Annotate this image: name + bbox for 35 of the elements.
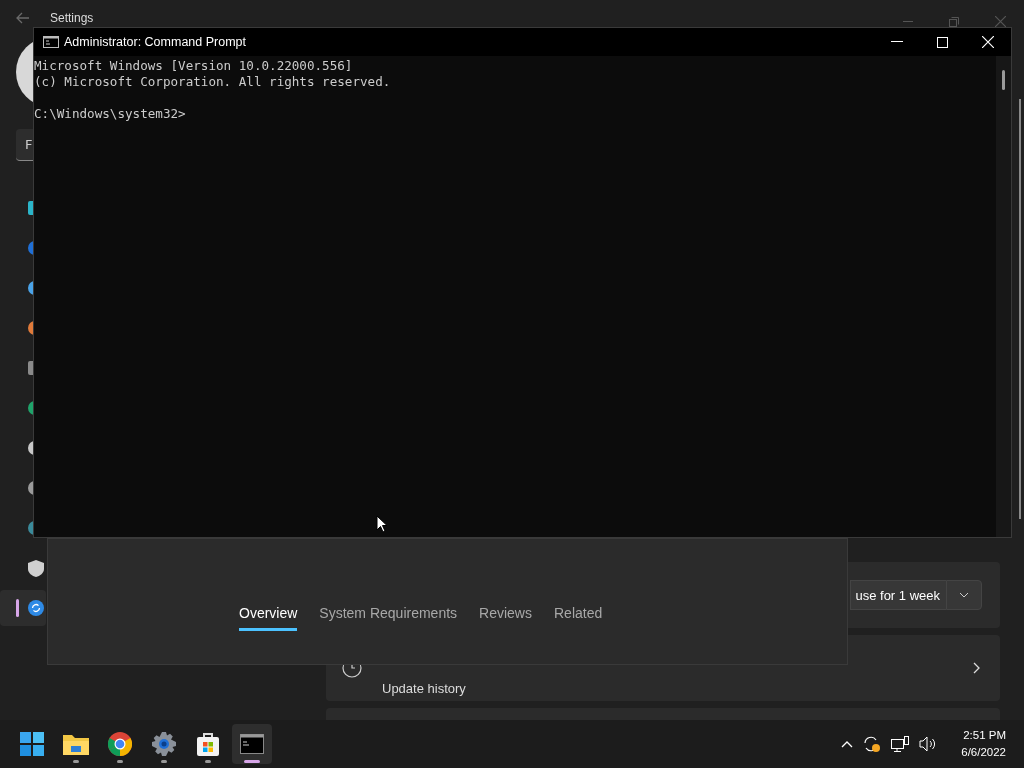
tab[interactable]: Overview [239, 603, 298, 631]
folder-icon [63, 733, 89, 755]
back-icon[interactable] [16, 12, 30, 24]
browser-icon [108, 732, 132, 756]
time-text: 2:51 PM [963, 728, 1006, 743]
window-title: Administrator: Command Prompt [64, 35, 246, 49]
update-history-label: Update history [382, 680, 466, 696]
mouse-pointer-icon [376, 515, 388, 533]
terminal-icon [43, 36, 59, 48]
chevron-down-icon [959, 592, 969, 598]
date-text: 6/6/2022 [961, 745, 1006, 760]
tab[interactable]: System Requirements [319, 603, 458, 631]
clock[interactable]: 2:51 PM 6/6/2022 [961, 727, 1012, 761]
store-bag-icon [197, 732, 219, 756]
speaker-icon[interactable] [919, 736, 938, 752]
tab[interactable]: Reviews [479, 603, 532, 631]
window-title: Settings [50, 11, 94, 25]
gear-icon [152, 732, 176, 756]
minimize-icon[interactable] [891, 41, 903, 43]
search-field[interactable]: F [16, 129, 33, 161]
terminal-icon [240, 734, 264, 754]
tab[interactable]: Related [554, 603, 603, 631]
console-prompt[interactable]: C:\Windows\system32> [34, 106, 186, 122]
console-line: (c) Microsoft Corporation. All rights reserved. [34, 74, 391, 90]
sync-icon[interactable] [863, 735, 882, 753]
maximize-icon[interactable] [937, 36, 948, 48]
pause-button[interactable]: use for 1 week [850, 580, 946, 610]
scrollbar[interactable] [996, 56, 1011, 537]
taskbar-app[interactable] [232, 724, 272, 764]
sidebar-item[interactable] [0, 590, 46, 626]
chevron-right-icon [973, 662, 980, 674]
console-line: Microsoft Windows [Version 10.0.22000.556] [34, 58, 353, 74]
windows-logo-icon [20, 732, 44, 756]
chevron-up-icon[interactable] [841, 740, 854, 748]
network-icon[interactable] [891, 735, 910, 753]
